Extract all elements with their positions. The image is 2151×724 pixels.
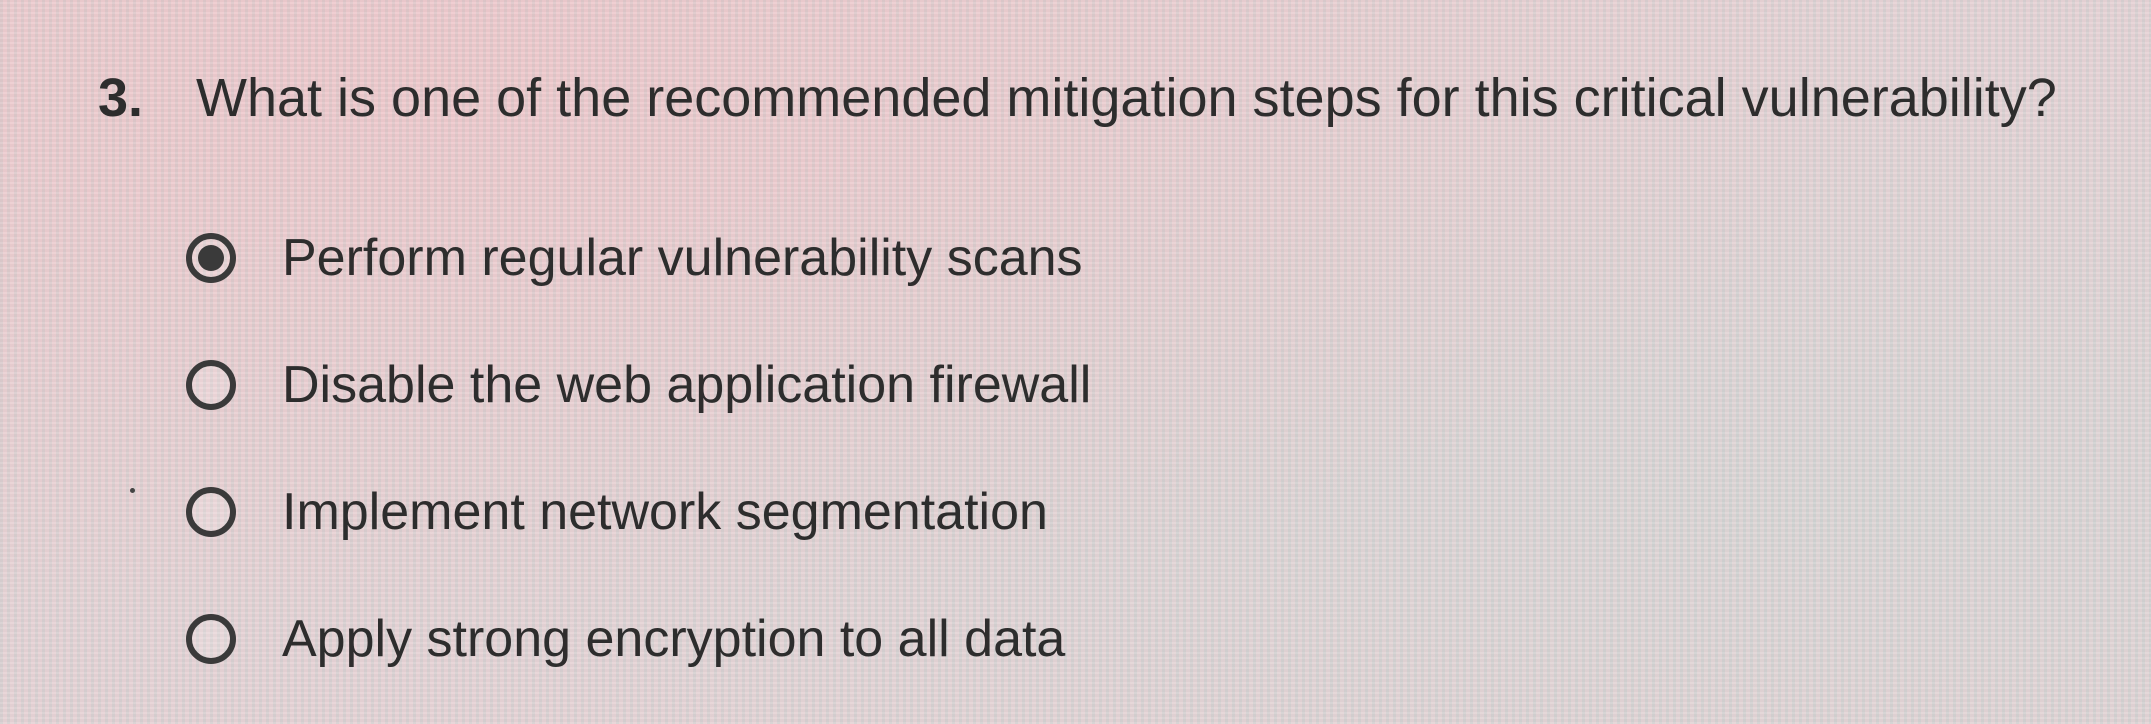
- radio-button-3[interactable]: [186, 486, 236, 537]
- radio-button-4[interactable]: [186, 613, 236, 664]
- answer-option-4[interactable]: Apply strong encryption to all data: [186, 575, 1091, 702]
- radio-selected-dot: [198, 244, 224, 271]
- stray-dot-mark: [130, 488, 135, 493]
- answer-option-label[interactable]: Perform regular vulnerability scans: [282, 228, 1083, 288]
- question-number: 3.: [98, 68, 144, 128]
- answer-option-3[interactable]: Implement network segmentation: [186, 448, 1091, 575]
- radio-button-1[interactable]: [186, 232, 236, 283]
- answer-option-1[interactable]: Perform regular vulnerability scans: [186, 194, 1091, 321]
- question-text: What is one of the recommended mitigatio…: [196, 68, 2057, 128]
- answer-option-label[interactable]: Disable the web application firewall: [282, 355, 1091, 415]
- answer-option-label[interactable]: Apply strong encryption to all data: [282, 609, 1065, 669]
- answer-option-2[interactable]: Disable the web application firewall: [186, 321, 1091, 448]
- question-heading: 3. What is one of the recommended mitiga…: [98, 66, 2057, 131]
- answer-options: Perform regular vulnerability scans Disa…: [186, 226, 1091, 702]
- answer-option-label[interactable]: Implement network segmentation: [282, 482, 1048, 542]
- radio-button-2[interactable]: [186, 359, 236, 410]
